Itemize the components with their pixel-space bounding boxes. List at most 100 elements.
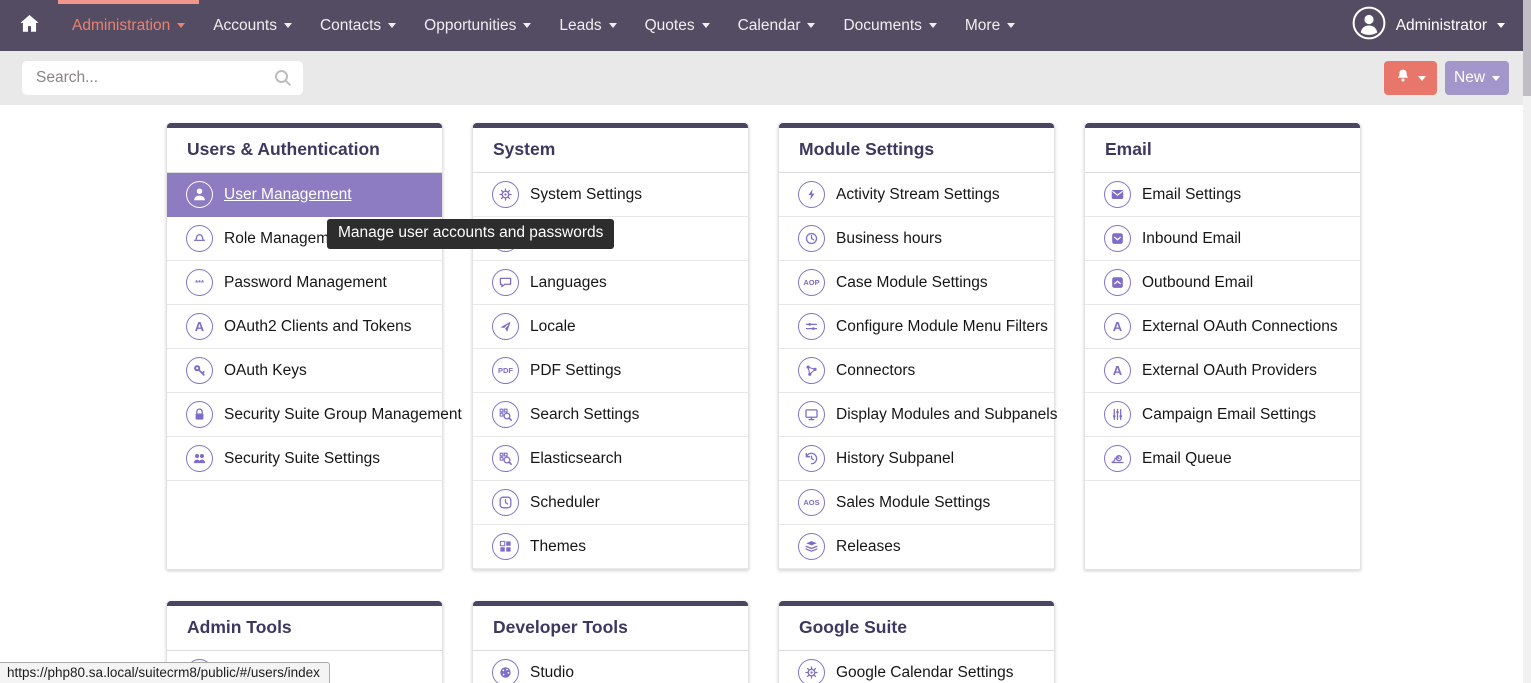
nav-item-label: Quotes — [645, 17, 695, 35]
admin-link-label: External OAuth Connections — [1142, 318, 1338, 336]
admin-link-label: Password Management — [224, 274, 387, 292]
card-google-suite: Google SuiteGoogle Calendar Settings — [778, 601, 1055, 683]
scrollbar-thumb[interactable] — [1523, 0, 1531, 96]
nav-item-quotes[interactable]: Quotes — [631, 0, 724, 51]
clock-icon — [798, 225, 825, 252]
admin-link-activity-stream-settings[interactable]: Activity Stream Settings — [779, 173, 1054, 217]
admin-link-label: Themes — [530, 538, 586, 556]
palette-icon — [492, 659, 519, 683]
admin-link-security-suite-group-management[interactable]: Security Suite Group Management — [167, 393, 442, 437]
chevron-down-icon — [1492, 76, 1500, 81]
nav-item-administration[interactable]: Administration — [58, 0, 199, 51]
lock-icon — [186, 401, 213, 428]
search-input[interactable] — [22, 61, 303, 95]
chevron-down-icon — [1418, 76, 1426, 81]
snail-icon — [1104, 445, 1131, 472]
nav-item-more[interactable]: More — [951, 0, 1029, 51]
admin-link-label: Security Suite Group Management — [224, 406, 462, 424]
admin-link-label: PDF Settings — [530, 362, 621, 380]
card-title: Module Settings — [779, 128, 1054, 173]
nav-item-label: Calendar — [738, 17, 801, 35]
bell-icon — [1395, 68, 1411, 89]
admin-link-oauth-keys[interactable]: OAuth Keys — [167, 349, 442, 393]
admin-link-oauth2-clients-and-tokens[interactable]: A OAuth2 Clients and Tokens — [167, 305, 442, 349]
search-icon — [273, 68, 293, 88]
admin-link-label: Campaign Email Settings — [1142, 406, 1316, 424]
hat-icon — [186, 225, 213, 252]
nav-item-opportunities[interactable]: Opportunities — [410, 0, 545, 51]
chevron-down-icon — [609, 23, 617, 28]
admin-link-connectors[interactable]: Connectors — [779, 349, 1054, 393]
share-icon — [798, 357, 825, 384]
admin-link-business-hours[interactable]: Business hours — [779, 217, 1054, 261]
nav-item-label: Contacts — [320, 17, 381, 35]
notifications-button[interactable] — [1384, 61, 1437, 95]
nav-item-documents[interactable]: Documents — [829, 0, 950, 51]
new-button[interactable]: New — [1445, 61, 1509, 95]
envelope-icon — [1104, 181, 1131, 208]
chevron-down-icon — [177, 23, 185, 28]
chevron-down-icon — [929, 23, 937, 28]
admin-link-external-oauth-providers[interactable]: AExternal OAuth Providers — [1085, 349, 1360, 393]
admin-link-configure-module-menu-filters[interactable]: Configure Module Menu Filters — [779, 305, 1054, 349]
card-title: Developer Tools — [473, 606, 748, 651]
nav-item-accounts[interactable]: Accounts — [199, 0, 306, 51]
card-title: Google Suite — [779, 606, 1054, 651]
admin-link-studio[interactable]: Studio — [473, 651, 748, 683]
letter-a-icon: A — [186, 313, 213, 340]
vertical-scrollbar[interactable] — [1523, 0, 1531, 683]
nav-item-label: Documents — [843, 17, 921, 35]
nav-item-leads[interactable]: Leads — [545, 0, 630, 51]
admin-link-case-module-settings[interactable]: AOPCase Module Settings — [779, 261, 1054, 305]
chevron-down-icon — [807, 23, 815, 28]
admin-link-pdf-settings[interactable]: PDF PDF Settings — [473, 349, 748, 393]
admin-link-external-oauth-connections[interactable]: AExternal OAuth Connections — [1085, 305, 1360, 349]
admin-link-label: External OAuth Providers — [1142, 362, 1317, 380]
user-name: Administrator — [1396, 17, 1487, 35]
admin-link-inbound-email[interactable]: Inbound Email — [1085, 217, 1360, 261]
admin-link-languages[interactable]: Languages — [473, 261, 748, 305]
admin-link-label: Languages — [530, 274, 607, 292]
admin-link-locale[interactable]: Locale — [473, 305, 748, 349]
nav-item-calendar[interactable]: Calendar — [724, 0, 830, 51]
admin-link-label: OAuth2 Clients and Tokens — [224, 318, 412, 336]
nav-item-contacts[interactable]: Contacts — [306, 0, 410, 51]
admin-link-password-management[interactable]: *** Password Management — [167, 261, 442, 305]
chevron-down-icon — [388, 23, 396, 28]
admin-link-history-subpanel[interactable]: History Subpanel — [779, 437, 1054, 481]
sliders-h-icon — [798, 313, 825, 340]
admin-link-display-modules-and-subpanels[interactable]: Display Modules and Subpanels — [779, 393, 1054, 437]
admin-link-label: Security Suite Settings — [224, 450, 380, 468]
admin-link-elasticsearch[interactable]: Elasticsearch — [473, 437, 748, 481]
admin-link-google-calendar-settings[interactable]: Google Calendar Settings — [779, 651, 1054, 683]
admin-link-label: Studio — [530, 664, 574, 682]
admin-link-campaign-email-settings[interactable]: Campaign Email Settings — [1085, 393, 1360, 437]
admin-link-security-suite-settings[interactable]: Security Suite Settings — [167, 437, 442, 481]
card-title: Admin Tools — [167, 606, 442, 651]
admin-link-scheduler[interactable]: Scheduler — [473, 481, 748, 525]
admin-link-search-settings[interactable]: Search Settings — [473, 393, 748, 437]
themes-icon — [492, 533, 519, 560]
user-menu[interactable]: Administrator — [1352, 0, 1531, 51]
admin-link-label: Connectors — [836, 362, 915, 380]
admin-link-email-settings[interactable]: Email Settings — [1085, 173, 1360, 217]
home-button[interactable] — [0, 0, 58, 51]
admin-link-sales-module-settings[interactable]: AOSSales Module Settings — [779, 481, 1054, 525]
admin-link-email-queue[interactable]: Email Queue — [1085, 437, 1360, 481]
search-strip: New — [0, 51, 1531, 105]
admin-link-label: Case Module Settings — [836, 274, 988, 292]
search-mod-icon — [492, 445, 519, 472]
admin-link-outbound-email[interactable]: Outbound Email — [1085, 261, 1360, 305]
admin-link-system-settings[interactable]: System Settings — [473, 173, 748, 217]
chevron-down-icon — [1497, 23, 1505, 28]
admin-link-releases[interactable]: Releases — [779, 525, 1054, 569]
admin-link-label: Sales Module Settings — [836, 494, 990, 512]
admin-link-label: Configure Module Menu Filters — [836, 318, 1048, 336]
asterisks-icon: *** — [186, 269, 213, 296]
group-icon — [186, 445, 213, 472]
pdf-text-icon: PDF — [492, 357, 519, 384]
chevron-down-icon — [702, 23, 710, 28]
admin-link-label: Search Settings — [530, 406, 639, 424]
admin-link-themes[interactable]: Themes — [473, 525, 748, 569]
admin-link-user-management[interactable]: User Management — [167, 173, 442, 217]
